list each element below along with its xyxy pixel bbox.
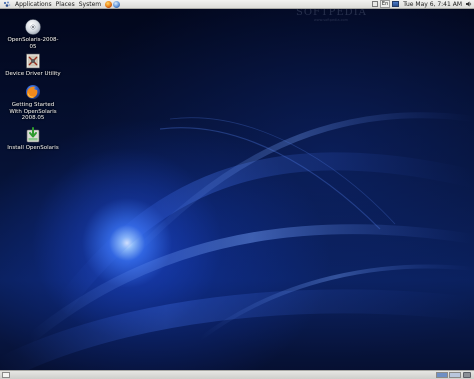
installer-icon bbox=[26, 127, 40, 143]
softpedia-watermark: SOFTPEDIA www.softpedia.com bbox=[296, 7, 367, 23]
desktop-icon-label: OpenSolaris-2008- 05 bbox=[7, 37, 59, 50]
volume-icon[interactable] bbox=[466, 1, 472, 7]
desktop-icon-install-opensolaris[interactable]: Install OpenSolaris bbox=[1, 127, 65, 152]
menu-applications[interactable]: Applications bbox=[13, 0, 54, 9]
workspace-switcher-1[interactable] bbox=[436, 372, 448, 378]
desktop-wallpaper[interactable] bbox=[0, 9, 474, 370]
device-driver-icon bbox=[26, 53, 40, 69]
top-panel: Applications Places System En Tue May 6,… bbox=[0, 0, 474, 9]
desktop-icon-label: Install OpenSolaris bbox=[7, 145, 59, 151]
desktop-icon-label: Getting Started With OpenSolaris 2008.05 bbox=[9, 102, 57, 121]
keyboard-layout-indicator[interactable]: En bbox=[379, 0, 391, 8]
cd-disc-icon bbox=[25, 19, 41, 35]
desktop-icon-label: Device Driver Utility bbox=[5, 71, 61, 77]
network-icon[interactable] bbox=[392, 1, 400, 7]
watermark-logo: SOFTPEDIA bbox=[296, 7, 367, 18]
mail-icon[interactable] bbox=[113, 0, 121, 8]
desktop-icon-getting-started[interactable]: Getting Started With OpenSolaris 2008.05 bbox=[1, 84, 65, 122]
menu-places[interactable]: Places bbox=[54, 0, 77, 9]
desktop-icon-opensolaris-cd[interactable]: OpenSolaris-2008- 05 bbox=[1, 19, 65, 50]
trash-icon[interactable] bbox=[463, 372, 471, 378]
firefox-icon bbox=[26, 85, 40, 99]
wallpaper-waves bbox=[0, 112, 474, 370]
workspace-switcher-2[interactable] bbox=[449, 372, 461, 378]
desktop-icon-device-driver-utility[interactable]: Device Driver Utility bbox=[1, 53, 65, 78]
menu-system[interactable]: System bbox=[77, 0, 103, 9]
watermark-url: www.softpedia.com bbox=[313, 18, 349, 22]
firefox-icon[interactable] bbox=[105, 0, 113, 8]
show-desktop-button[interactable] bbox=[2, 372, 10, 378]
clock[interactable]: Tue May 6, 7:41 AM bbox=[401, 0, 464, 9]
notification-area-icon[interactable] bbox=[371, 1, 378, 7]
bottom-panel bbox=[0, 370, 474, 379]
opensolaris-menu-icon[interactable] bbox=[2, 0, 11, 8]
